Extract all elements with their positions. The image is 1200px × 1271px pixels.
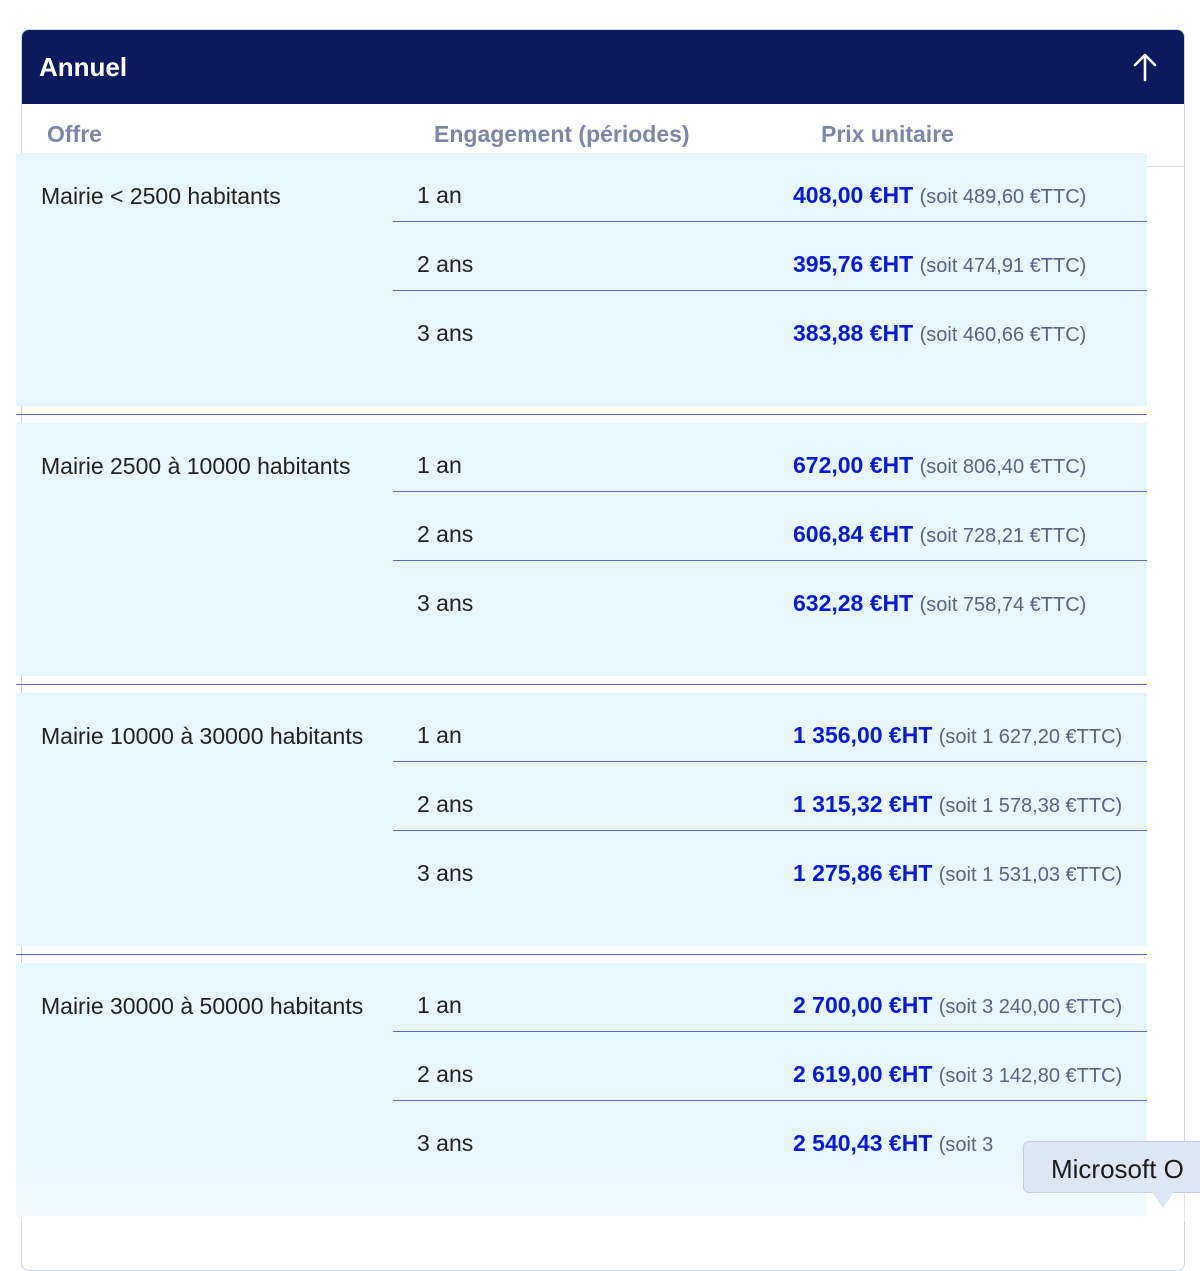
price-ttc: (soit 806,40 €TTC) bbox=[919, 456, 1087, 478]
price-ht: 672,00 €HT bbox=[793, 452, 914, 478]
offer-group: Mairie 30000 à 50000 habitants 1 an 2 700,… bbox=[16, 963, 1147, 1216]
price-row: 3 ans 383,88 €HT (soit 460,66 €TTC) bbox=[393, 291, 1147, 360]
arrow-up-icon[interactable] bbox=[1132, 52, 1158, 82]
price-row: 3 ans 632,28 €HT (soit 758,74 €TTC) bbox=[393, 561, 1147, 630]
offer-name: Mairie 30000 à 50000 habitants bbox=[41, 993, 364, 1019]
price-ht: 632,28 €HT bbox=[793, 590, 914, 616]
unit-price: 395,76 €HT (soit 474,91 €TTC) bbox=[793, 251, 1086, 278]
price-ht: 383,88 €HT bbox=[793, 320, 914, 346]
panel-title: Annuel bbox=[39, 51, 128, 82]
price-ttc: (soit 489,60 €TTC) bbox=[919, 186, 1087, 208]
unit-price: 1 356,00 €HT (soit 1 627,20 €TTC) bbox=[793, 722, 1122, 749]
column-header-prix: Prix unitaire bbox=[821, 121, 954, 147]
unit-price: 672,00 €HT (soit 806,40 €TTC) bbox=[793, 452, 1086, 479]
engagement-duration: 1 an bbox=[417, 992, 462, 1018]
unit-price: 1 275,86 €HT (soit 1 531,03 €TTC) bbox=[793, 860, 1122, 887]
price-ttc: (soit 728,21 €TTC) bbox=[919, 525, 1087, 547]
offer-group: Mairie 10000 à 30000 habitants 1 an 1 356,… bbox=[16, 693, 1147, 946]
price-ttc: (soit 1 578,38 €TTC) bbox=[938, 795, 1123, 817]
offer-group: Mairie 2500 à 10000 habitants 1 an 672,00 … bbox=[16, 423, 1147, 676]
price-ttc: (soit 758,74 €TTC) bbox=[919, 594, 1087, 616]
price-ht: 2 700,00 €HT bbox=[793, 992, 933, 1018]
tooltip-pointer bbox=[1152, 1192, 1174, 1208]
offer-name: Mairie < 2500 habitants bbox=[41, 183, 281, 209]
unit-price: 632,28 €HT (soit 758,74 €TTC) bbox=[793, 590, 1086, 617]
group-divider bbox=[16, 414, 1147, 415]
price-ht: 2 540,43 €HT bbox=[793, 1130, 933, 1156]
group-divider bbox=[16, 954, 1147, 955]
unit-price: 408,00 €HT (soit 489,60 €TTC) bbox=[793, 182, 1086, 209]
engagement-duration: 1 an bbox=[417, 722, 462, 748]
price-row: 1 an 408,00 €HT (soit 489,60 €TTC) bbox=[393, 153, 1147, 222]
tooltip: Microsoft O bbox=[1023, 1141, 1200, 1193]
price-row: 2 ans 395,76 €HT (soit 474,91 €TTC) bbox=[393, 222, 1147, 291]
price-ttc: (soit 3 142,80 €TTC) bbox=[938, 1065, 1123, 1087]
price-row: 2 ans 2 619,00 €HT (soit 3 142,80 €TTC) bbox=[393, 1032, 1147, 1101]
price-ht: 1 356,00 €HT bbox=[793, 722, 933, 748]
price-row: 3 ans 1 275,86 €HT (soit 1 531,03 €TTC) bbox=[393, 831, 1147, 900]
price-ttc: (soit 3 bbox=[938, 1134, 994, 1156]
price-ht: 395,76 €HT bbox=[793, 251, 914, 277]
engagement-duration: 3 ans bbox=[417, 860, 474, 886]
engagement-duration: 3 ans bbox=[417, 320, 474, 346]
tooltip-text: Microsoft O bbox=[1051, 1154, 1184, 1184]
unit-price: 606,84 €HT (soit 728,21 €TTC) bbox=[793, 521, 1086, 548]
price-ht: 2 619,00 €HT bbox=[793, 1061, 933, 1087]
price-ttc: (soit 3 240,00 €TTC) bbox=[938, 996, 1123, 1018]
engagement-duration: 3 ans bbox=[417, 590, 474, 616]
unit-price: 383,88 €HT (soit 460,66 €TTC) bbox=[793, 320, 1086, 347]
price-row: 1 an 1 356,00 €HT (soit 1 627,20 €TTC) bbox=[393, 693, 1147, 762]
unit-price: 1 315,32 €HT (soit 1 578,38 €TTC) bbox=[793, 791, 1122, 818]
engagement-duration: 2 ans bbox=[417, 1061, 474, 1087]
panel-header-toggle[interactable]: Annuel bbox=[22, 30, 1184, 104]
unit-price: 2 540,43 €HT (soit 3 bbox=[793, 1130, 993, 1157]
price-row: 1 an 672,00 €HT (soit 806,40 €TTC) bbox=[393, 423, 1147, 492]
price-ttc: (soit 474,91 €TTC) bbox=[919, 255, 1087, 277]
engagement-duration: 2 ans bbox=[417, 791, 474, 817]
price-row: 1 an 2 700,00 €HT (soit 3 240,00 €TTC) bbox=[393, 963, 1147, 1032]
engagement-duration: 1 an bbox=[417, 452, 462, 478]
price-ttc: (soit 1 531,03 €TTC) bbox=[938, 864, 1123, 886]
offer-group: Mairie < 2500 habitants 1 an 408,00 €HT (s… bbox=[16, 153, 1147, 406]
engagement-duration: 1 an bbox=[417, 182, 462, 208]
engagement-duration: 2 ans bbox=[417, 251, 474, 277]
price-ht: 1 275,86 €HT bbox=[793, 860, 933, 886]
offer-name: Mairie 10000 à 30000 habitants bbox=[41, 723, 364, 749]
price-ht: 408,00 €HT bbox=[793, 182, 914, 208]
price-ttc: (soit 1 627,20 €TTC) bbox=[938, 726, 1123, 748]
engagement-duration: 3 ans bbox=[417, 1130, 474, 1156]
engagement-duration: 2 ans bbox=[417, 521, 474, 547]
column-header-engagement: Engagement (périodes) bbox=[434, 121, 690, 147]
price-ht: 606,84 €HT bbox=[793, 521, 914, 547]
price-ht: 1 315,32 €HT bbox=[793, 791, 933, 817]
price-row: 2 ans 1 315,32 €HT (soit 1 578,38 €TTC) bbox=[393, 762, 1147, 831]
group-divider bbox=[16, 684, 1147, 685]
column-header-offre: Offre bbox=[47, 121, 102, 147]
price-ttc: (soit 460,66 €TTC) bbox=[919, 324, 1087, 346]
unit-price: 2 700,00 €HT (soit 3 240,00 €TTC) bbox=[793, 992, 1122, 1019]
unit-price: 2 619,00 €HT (soit 3 142,80 €TTC) bbox=[793, 1061, 1122, 1088]
offer-name: Mairie 2500 à 10000 habitants bbox=[41, 453, 351, 479]
price-row: 2 ans 606,84 €HT (soit 728,21 €TTC) bbox=[393, 492, 1147, 561]
